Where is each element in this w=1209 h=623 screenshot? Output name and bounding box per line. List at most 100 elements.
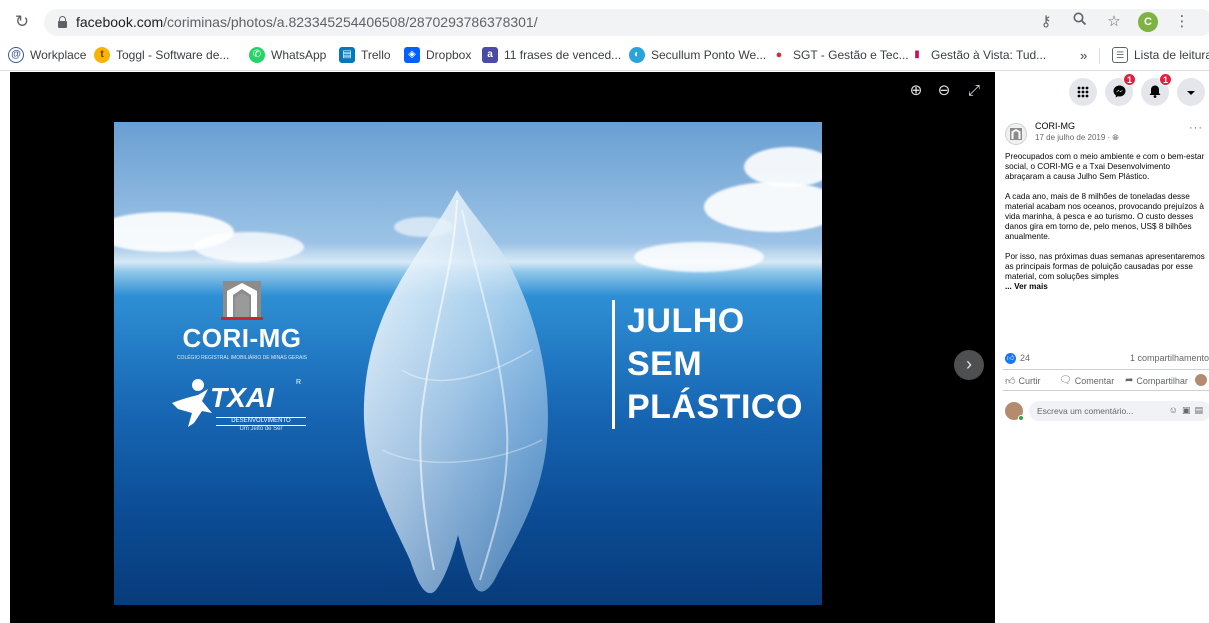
post-photo[interactable]: CORI-MG COLÉGIO REGISTRAL IMOBILIÁRIO DE… (114, 122, 822, 605)
reactions-summary: 👍︎ 24 1 compartilhamento (1005, 353, 1209, 365)
post-options-button[interactable]: ··· (1189, 122, 1203, 134)
url-text[interactable]: facebook.com/coriminas/photos/a.82334525… (76, 14, 538, 30)
reading-list-button[interactable]: ☰ Lista de leitura (1112, 46, 1209, 64)
bookmark-label: WhatsApp (271, 48, 327, 62)
address-bar[interactable]: facebook.com/coriminas/photos/a.82334525… (44, 9, 1209, 36)
bookmark-sgt[interactable]: ● SGT - Gestão e Tec... (771, 46, 909, 64)
txai-registered-mark: R (296, 379, 302, 386)
cloud (194, 232, 304, 262)
dropbox-icon: ◈ (404, 47, 420, 63)
comment-icon: 🗨︎ (1059, 375, 1072, 386)
toggl-icon: t (94, 47, 110, 63)
account-menu-chevron-icon[interactable] (1177, 78, 1205, 106)
gif-icon[interactable]: ▤ (1194, 405, 1203, 416)
star-icon[interactable]: ☆ (1104, 12, 1124, 32)
post-actions: 👍︎ Curtir 🗨︎ Comentar ➦ Compartilhar (1003, 369, 1209, 391)
workplace-icon: @ (8, 47, 24, 63)
comment-label: Comentar (1074, 375, 1115, 386)
zoom-icon[interactable] (1070, 12, 1090, 32)
cloud (704, 182, 822, 232)
menu-dots-icon[interactable]: ⋮ (1172, 12, 1192, 32)
campaign-line: SEM (627, 345, 703, 383)
bookmark-label: 11 frases de venced... (504, 48, 622, 62)
share-icon: ➦ (1125, 375, 1134, 386)
share-label: Compartilhar (1136, 375, 1188, 386)
reload-icon[interactable]: ↻ (12, 12, 32, 32)
reading-list-icon: ☰ (1112, 47, 1128, 63)
bookmark-whatsapp[interactable]: ✆ WhatsApp (249, 46, 326, 64)
emoji-icon[interactable]: ☺ (1169, 405, 1178, 416)
share-count[interactable]: 1 compartilhamento (1130, 353, 1209, 363)
sgt-icon: ● (771, 47, 787, 63)
comment-placeholder: Escreva um comentário... (1037, 406, 1134, 416)
bookmark-secullum[interactable]: ◐ Secullum Ponto We... (629, 46, 766, 64)
cori-mg-name: CORI-MG (182, 323, 302, 353)
bookmark-label: SGT - Gestão e Tec... (793, 48, 909, 62)
cori-mg-logo: CORI-MG COLÉGIO REGISTRAL IMOBILIÁRIO DE… (172, 277, 312, 361)
trello-icon: ▤ (339, 47, 355, 63)
txai-name: TXAI (210, 382, 274, 413)
bookmark-label: Workplace (30, 48, 87, 62)
messenger-icon[interactable]: 1 (1105, 73, 1136, 106)
menu-grid-icon[interactable] (1069, 78, 1097, 106)
bookmarks-bar: @ Workplace t Toggl - Software de... ✆ W… (0, 39, 1209, 71)
bookmarks-divider (1099, 48, 1100, 64)
page-name-link[interactable]: CORI-MG (1035, 121, 1075, 131)
url-path: /coriminas/photos/a.823345254406508/2870… (163, 14, 538, 30)
like-label: Curtir (1018, 376, 1041, 386)
bookmark-gestao[interactable]: ▮ Gestão à Vista: Tud... (909, 46, 1046, 64)
zoom-in-icon[interactable]: ⊕ (907, 82, 925, 100)
see-more-link[interactable]: ... Ver mais (1005, 282, 1048, 291)
bookmarks-overflow-button[interactable]: » (1080, 46, 1087, 64)
bookmark-label: Dropbox (426, 48, 472, 62)
bookmark-label: Toggl - Software de... (116, 48, 230, 62)
notifications-bell-icon[interactable]: 1 (1141, 73, 1172, 106)
online-status-dot (1018, 415, 1024, 421)
share-button[interactable]: ➦ Compartilhar (1125, 375, 1188, 386)
txai-figure-icon (172, 379, 212, 427)
photo-viewer: ⊕ ⊖ ⤢ CORI-MG COLÉGIO REGISTRAL IMOBILIÁ… (10, 72, 995, 623)
lock-icon[interactable] (58, 16, 67, 28)
post-date[interactable]: 17 de julho de 2019 · 🌐︎ (1035, 133, 1119, 143)
page-avatar[interactable] (1005, 123, 1027, 145)
bookmark-toggl[interactable]: t Toggl - Software de... (94, 46, 229, 64)
url-host: facebook.com (76, 14, 164, 30)
like-button[interactable]: 👍︎ Curtir (1005, 375, 1040, 387)
post-paragraph: A cada ano, mais de 8 milhões de tonelad… (1005, 192, 1204, 241)
bookmark-trello[interactable]: ▤ Trello (339, 46, 391, 64)
post-panel: 1 1 CORI-MG 17 de julho de 2019 · 🌐︎ ···… (995, 72, 1209, 623)
profile-avatar[interactable]: C (1138, 12, 1158, 32)
share-as-avatar[interactable] (1195, 374, 1207, 386)
omnibox-actions: ⚷ ☆ C ⋮ (1036, 12, 1192, 32)
bookmark-workplace[interactable]: @ Workplace (8, 46, 86, 64)
post-date-text: 17 de julho de 2019 · (1035, 133, 1113, 142)
browser-toolbar: ↻ facebook.com/coriminas/photos/a.823345… (0, 6, 1209, 39)
reaction-count[interactable]: 24 (1020, 353, 1030, 363)
comment-tools: ☺ ▣ ▤ (1169, 405, 1203, 416)
like-reaction-icon: 👍︎ (1005, 353, 1016, 364)
cloud (744, 147, 822, 187)
comment-input[interactable]: Escreva um comentário... ☺ ▣ ▤ (1029, 401, 1209, 421)
cloud (634, 242, 764, 272)
whatsapp-icon: ✆ (249, 47, 265, 63)
post-body: Preocupados com o meio ambiente e com o … (1005, 152, 1209, 292)
gestao-icon: ▮ (909, 47, 925, 63)
bookmark-label: Trello (361, 48, 391, 62)
comment-button[interactable]: 🗨︎ Comentar (1059, 375, 1114, 386)
plastic-bag-iceberg (363, 190, 548, 594)
frases-icon: a (482, 47, 498, 63)
cori-mg-emblem (217, 277, 267, 323)
campaign-title: JULHO SEM PLÁSTICO (612, 300, 803, 429)
zoom-out-icon[interactable]: ⊖ (935, 82, 953, 100)
fullscreen-icon[interactable]: ⤢ (965, 82, 983, 100)
camera-icon[interactable]: ▣ (1182, 405, 1191, 416)
facebook-nav-icons: 1 1 (1069, 73, 1205, 106)
bookmark-frases[interactable]: a 11 frases de venced... (482, 46, 621, 64)
next-photo-button[interactable]: › (954, 350, 984, 380)
bookmark-dropbox[interactable]: ◈ Dropbox (404, 46, 471, 64)
txai-subtitle: DESENVOLVIMENTO (216, 417, 306, 426)
txai-tagline: Um Jeito de Ser (239, 426, 283, 432)
bookmark-label: Gestão à Vista: Tud... (931, 48, 1047, 62)
key-icon[interactable]: ⚷ (1036, 12, 1056, 32)
txai-logo: TXAI R DESENVOLVIMENTO Um Jeito de Ser (168, 377, 318, 447)
